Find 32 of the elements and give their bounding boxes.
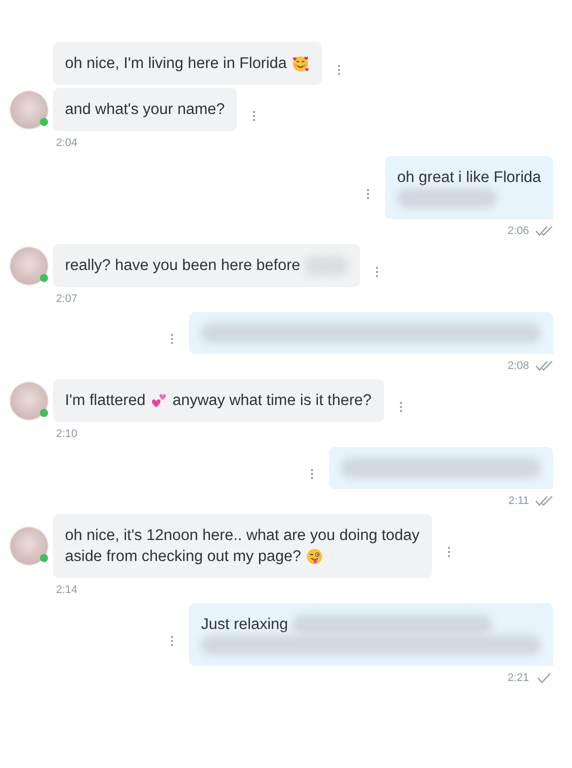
message-time: 2:04 xyxy=(56,137,78,149)
more-options-icon[interactable] xyxy=(366,188,370,200)
message-time: 2:06 xyxy=(508,225,529,237)
smiling-face-icon xyxy=(290,54,310,73)
message-text: oh nice, it's 12noon here.. what are you doing today xyxy=(65,526,420,546)
avatar[interactable] xyxy=(10,527,48,565)
message-text: anyway what time is it there? xyxy=(172,391,372,411)
message-text: oh nice, I'm living here in Florida xyxy=(65,54,287,74)
message-time: 2:08 xyxy=(508,360,529,372)
more-options-icon[interactable] xyxy=(310,468,314,480)
more-options-icon[interactable] xyxy=(398,400,403,412)
more-options-icon[interactable] xyxy=(170,333,174,345)
message-time: 2:10 xyxy=(56,428,78,440)
message-text: really? have you been here before xyxy=(65,256,300,276)
message-text: Just relaxing xyxy=(201,615,288,635)
message-text: oh great i like Florida xyxy=(397,168,541,188)
message-time: 2:21 xyxy=(508,672,529,684)
more-options-icon[interactable] xyxy=(252,110,256,122)
message-time: 2:07 xyxy=(56,293,78,305)
avatar[interactable] xyxy=(10,90,48,128)
message-time: 2:14 xyxy=(56,584,78,596)
message-time: 2:11 xyxy=(508,495,529,507)
message-text: aside from checking out my page? xyxy=(65,547,302,567)
more-options-icon[interactable] xyxy=(336,64,341,76)
more-options-icon[interactable] xyxy=(170,634,174,646)
more-options-icon[interactable] xyxy=(375,266,380,278)
more-options-icon[interactable] xyxy=(446,546,451,558)
avatar[interactable] xyxy=(10,382,48,420)
winking-face-icon xyxy=(305,547,324,566)
message-text: I'm flattered xyxy=(65,391,146,411)
message-text: and what's your name? xyxy=(65,100,225,120)
avatar[interactable] xyxy=(10,246,48,284)
